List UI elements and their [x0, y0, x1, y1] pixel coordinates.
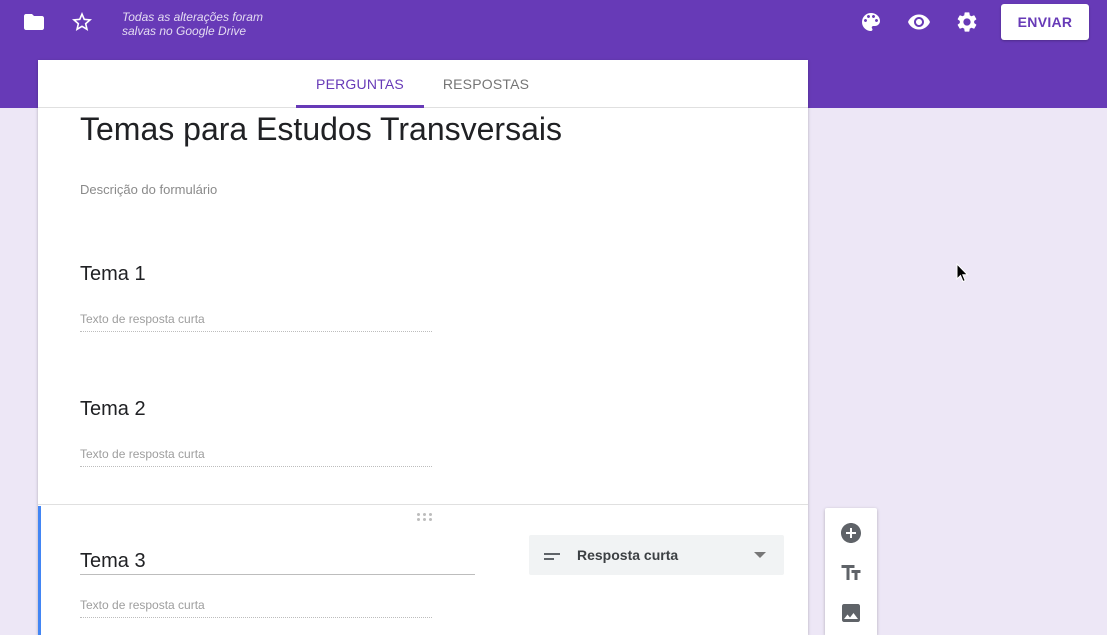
send-button[interactable]: ENVIAR: [1001, 4, 1089, 40]
tab-questions[interactable]: PERGUNTAS: [296, 60, 424, 108]
star-icon[interactable]: [69, 9, 95, 35]
active-question-card[interactable]: Tema 3 Resposta curta Texto de resposta …: [38, 506, 808, 635]
title-text-icon[interactable]: [839, 561, 863, 585]
short-answer-field: Texto de resposta curta: [80, 312, 432, 332]
folder-icon[interactable]: [21, 9, 47, 35]
question-title[interactable]: Tema 2: [80, 396, 146, 422]
image-icon[interactable]: [839, 601, 863, 625]
question-type-select[interactable]: Resposta curta: [529, 535, 784, 575]
save-status: Todas as alterações foram salvas no Goog…: [122, 10, 263, 38]
short-text-icon: [544, 549, 562, 561]
chevron-down-icon: [754, 552, 766, 558]
question-type-label: Resposta curta: [577, 547, 679, 563]
side-toolbar: [825, 508, 877, 635]
form-title[interactable]: Temas para Estudos Transversais: [80, 109, 562, 149]
short-answer-field: Texto de resposta curta: [80, 447, 432, 467]
gear-icon[interactable]: [954, 9, 980, 35]
tab-responses[interactable]: RESPOSTAS: [424, 60, 548, 108]
save-status-line2: salvas no Google Drive: [122, 24, 247, 38]
palette-icon[interactable]: [858, 9, 884, 35]
title-underline: [80, 574, 475, 575]
eye-icon[interactable]: [906, 9, 932, 35]
tab-bar: PERGUNTAS RESPOSTAS: [38, 60, 808, 108]
drag-handle-icon[interactable]: [417, 513, 433, 521]
card-divider: [38, 504, 808, 505]
question-title-input[interactable]: Tema 3: [80, 548, 146, 574]
form-description[interactable]: Descrição do formulário: [80, 182, 217, 197]
form-sheet: PERGUNTAS RESPOSTAS Temas para Estudos T…: [38, 60, 808, 635]
short-answer-field: Texto de resposta curta: [80, 598, 432, 618]
add-circle-icon[interactable]: [839, 521, 863, 545]
save-status-line1: Todas as alterações foram: [122, 10, 263, 24]
mouse-cursor-icon: [956, 262, 970, 283]
active-tab-indicator: [296, 105, 424, 108]
question-title[interactable]: Tema 1: [80, 261, 146, 287]
